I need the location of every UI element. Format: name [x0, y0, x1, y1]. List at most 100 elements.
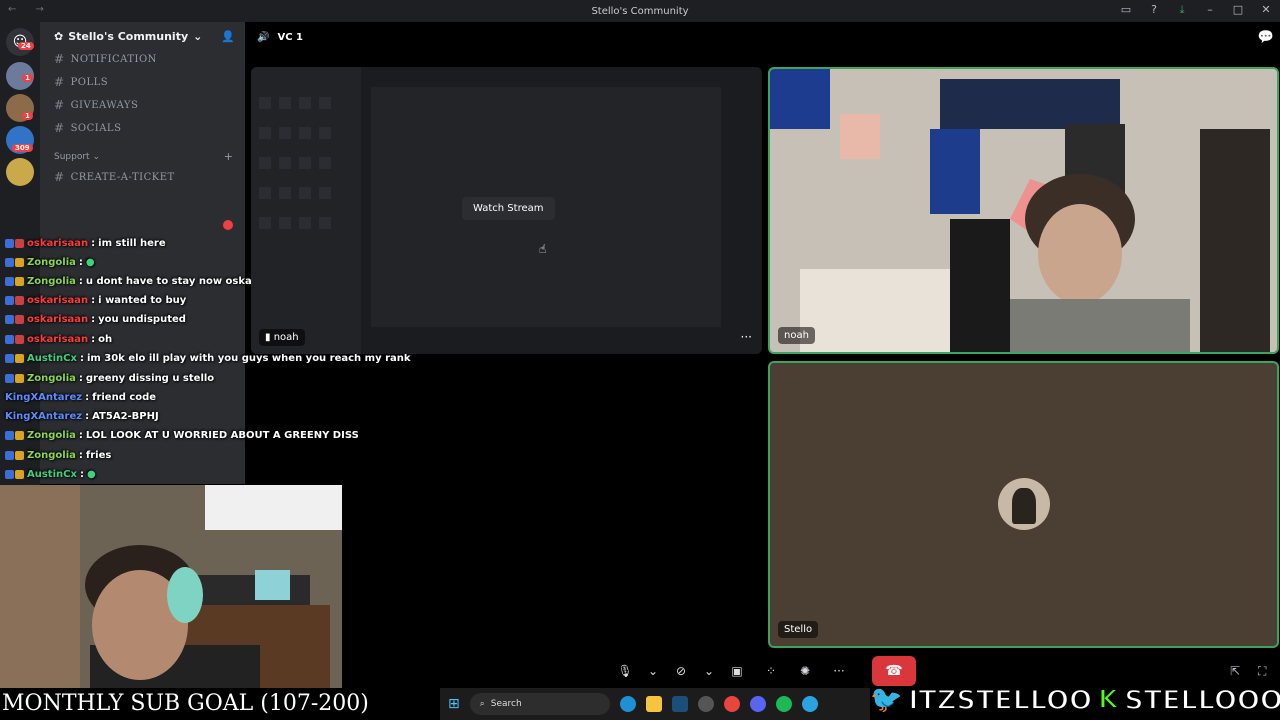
chat-badges: [5, 314, 24, 324]
chat-message: KingXAntarez: AT5A2-BPHJ: [5, 410, 159, 422]
chat-text: LOL LOOK AT U WORRIED ABOUT A GREENY DIS…: [85, 429, 359, 441]
popout-icon[interactable]: ⇱: [1230, 664, 1240, 678]
chrome-icon[interactable]: [723, 696, 740, 712]
chat-bubble-icon[interactable]: 💬: [1258, 30, 1274, 45]
chat-username: oskarisaan: [27, 294, 89, 306]
channel-create-a-ticket[interactable]: # CREATE-A-TICKET: [54, 170, 175, 184]
chat-message: KingXAntarez: friend code: [5, 391, 157, 403]
search-icon: ⌕: [479, 699, 485, 709]
add-channel-icon[interactable]: +: [224, 150, 233, 163]
channel-notification[interactable]: # NOTIFICATION: [54, 52, 157, 66]
chevron-down-icon[interactable]: ⌄: [704, 664, 714, 678]
fullscreen-icon[interactable]: ⛶: [1258, 664, 1266, 679]
notification-badge: 24: [18, 42, 34, 50]
emote-icon: ●: [85, 256, 95, 268]
channel-label: NOTIFICATION: [70, 53, 157, 65]
chat-text: i wanted to buy: [98, 294, 187, 306]
chat-username: Zongolia: [27, 449, 76, 461]
telegram-icon[interactable]: [801, 696, 818, 712]
more-icon[interactable]: ···: [828, 664, 850, 678]
taskbar: ⊞ ⌕ Search: [440, 688, 870, 720]
kick-handle: STELLOOO: [1123, 684, 1280, 717]
hash-icon: #: [54, 170, 65, 184]
more-options-icon[interactable]: ···: [741, 330, 752, 344]
hash-icon: #: [54, 52, 65, 66]
camera-off-icon[interactable]: ⊘: [670, 664, 692, 678]
chat-username: Zongolia: [27, 372, 76, 384]
close-icon[interactable]: ✕: [1258, 3, 1274, 17]
hash-icon: #: [54, 121, 65, 135]
invite-icon[interactable]: 👤: [221, 30, 235, 43]
taskbar-search[interactable]: ⌕ Search: [469, 693, 610, 715]
chat-text: AT5A2-BPHJ: [92, 410, 159, 422]
activities-icon[interactable]: ⁘: [760, 664, 782, 678]
chat-message: oskarisaan: im still here: [5, 234, 166, 252]
inbox-icon[interactable]: ▭: [1118, 3, 1134, 17]
social-handles: 🐦 ITZSTELLOO K STELLOOO: [869, 680, 1280, 720]
microphone-icon[interactable]: 🎙: [614, 664, 636, 678]
twitter-handle: ITZSTELLOO: [907, 684, 1093, 717]
edge-icon[interactable]: [619, 696, 636, 712]
minimize-icon[interactable]: –: [1202, 3, 1218, 17]
chat-badges: [5, 238, 24, 248]
spotify-icon[interactable]: [775, 696, 792, 712]
chat-text: fries: [85, 449, 112, 461]
chat-badges: [5, 257, 24, 267]
webcam-tile-noah[interactable]: noah: [768, 67, 1279, 354]
steam-icon[interactable]: [671, 696, 688, 712]
maximize-icon[interactable]: □: [1230, 3, 1246, 17]
file-explorer-icon[interactable]: [645, 696, 662, 712]
stream-icon: ▮: [265, 332, 271, 343]
channel-giveaways[interactable]: # GIVEAWAYS: [54, 98, 138, 112]
chat-username: AustinCx: [27, 352, 77, 364]
server-icon[interactable]: [6, 158, 34, 186]
channel-label: POLLS: [70, 76, 109, 88]
soundboard-icon[interactable]: ✺: [794, 664, 816, 678]
discord-icon[interactable]: [749, 696, 766, 712]
app-icon[interactable]: [697, 696, 714, 712]
help-icon[interactable]: ?: [1146, 3, 1162, 17]
channel-polls[interactable]: # POLLS: [54, 75, 108, 89]
chevron-down-icon: ⌄: [193, 30, 203, 43]
channel-socials[interactable]: # SOCIALS: [54, 121, 121, 135]
chevron-down-icon[interactable]: ⌄: [648, 664, 658, 678]
channel-label: GIVEAWAYS: [70, 99, 139, 111]
download-icon[interactable]: ⤓: [1174, 3, 1190, 17]
voice-channel-name: VC 1: [277, 32, 303, 43]
chat-message: oskarisaan: i wanted to buy: [5, 291, 186, 309]
unread-badge: [223, 220, 233, 230]
kick-icon: K: [1097, 684, 1119, 716]
chat-message: oskarisaan: oh: [5, 330, 112, 348]
community-icon: ✿: [54, 30, 64, 43]
webcam-name-tag: noah: [778, 327, 815, 344]
chat-username: KingXAntarez: [5, 410, 83, 422]
notification-badge: 1: [22, 112, 33, 120]
server-name-header[interactable]: ✿ Stello's Community ⌄: [54, 30, 202, 43]
channel-label: SOCIALS: [70, 122, 122, 134]
windows-start-icon[interactable]: ⊞: [448, 696, 460, 712]
chat-badges: [5, 469, 24, 479]
avatar-tile-stello[interactable]: Stello: [768, 361, 1279, 648]
chat-username: Zongolia: [27, 275, 76, 287]
hash-icon: #: [54, 98, 65, 112]
screen-share-icon[interactable]: ▣: [726, 664, 748, 678]
chat-text: friend code: [92, 391, 157, 403]
watch-stream-button[interactable]: Watch Stream: [462, 197, 555, 220]
window-title: Stello's Community: [591, 5, 689, 17]
chat-badges: [5, 373, 24, 383]
chat-message: Zongolia: fries: [5, 446, 111, 464]
stream-tile[interactable]: Watch Stream ☝ ▮ noah ···: [251, 67, 762, 354]
chat-username: oskarisaan: [27, 333, 89, 345]
chat-username: Zongolia: [27, 429, 76, 441]
chat-badges: [5, 353, 24, 363]
channel-label: CREATE-A-TICKET: [70, 171, 175, 183]
chat-message: oskarisaan: you undisputed: [5, 310, 186, 328]
streamer-webcam: [0, 485, 342, 690]
chat-badges: [5, 276, 24, 286]
notification-badge: 309: [12, 144, 33, 152]
emote-icon: ●: [86, 468, 96, 480]
chat-message: AustinCx: ●: [5, 465, 96, 483]
category-support[interactable]: Support ⌄: [54, 152, 100, 162]
chat-username: oskarisaan: [27, 313, 89, 325]
chat-badges: [5, 334, 24, 344]
